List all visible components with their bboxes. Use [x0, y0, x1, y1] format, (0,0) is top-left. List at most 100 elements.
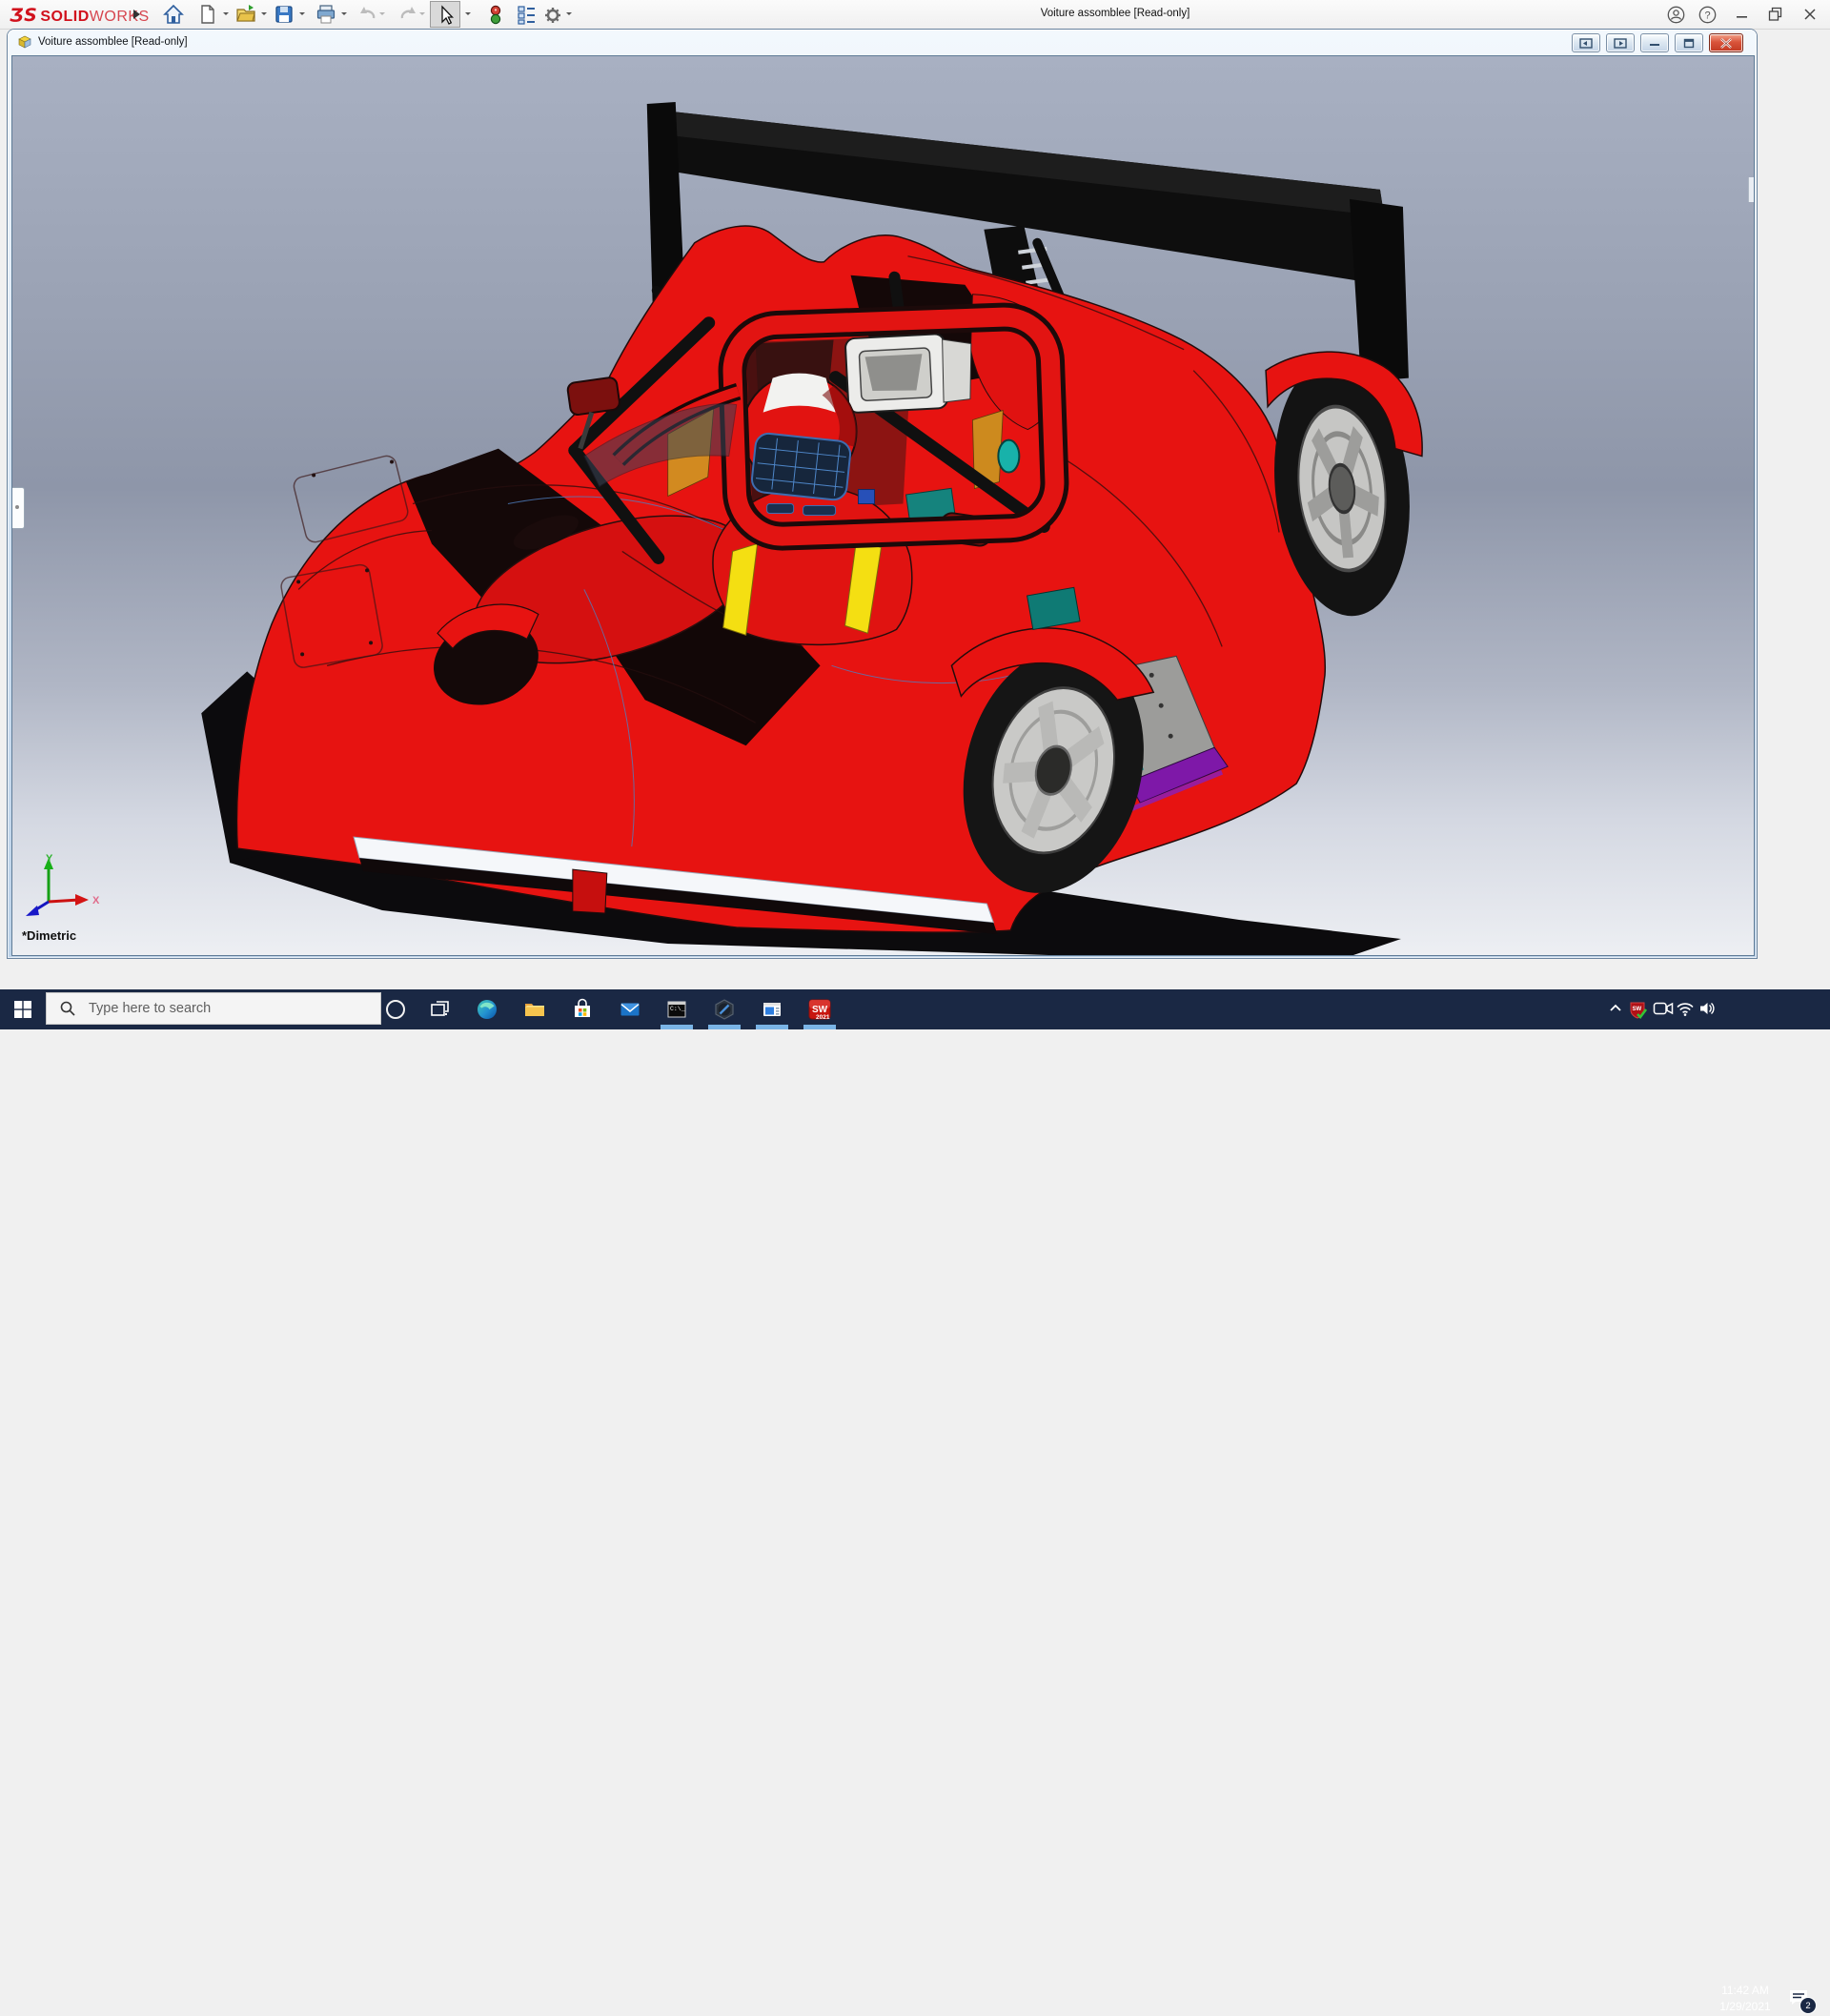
- settings-dropdown[interactable]: [566, 12, 572, 18]
- view-orientation-label: *Dimetric: [22, 928, 76, 943]
- restore-icon: [1768, 7, 1783, 22]
- assembly-icon: [17, 34, 32, 50]
- tray-solidworks-monitor[interactable]: SW: [1628, 1000, 1647, 1019]
- close-icon: [1803, 8, 1817, 21]
- tab-grip-dot: [15, 505, 19, 509]
- taskbar-cortana-button[interactable]: [384, 998, 407, 1021]
- redo-icon: [396, 3, 419, 26]
- triad-y-label: Y: [46, 853, 53, 865]
- svg-text:SW: SW: [1633, 1007, 1642, 1012]
- edge-icon: [476, 998, 498, 1021]
- settings-button[interactable]: [541, 3, 564, 26]
- car-3d-model[interactable]: [12, 56, 1754, 955]
- close-button[interactable]: [1800, 5, 1820, 24]
- rebuild-button[interactable]: [484, 3, 507, 26]
- doc-minimize-icon: [1649, 38, 1660, 48]
- help-button[interactable]: ?: [1698, 5, 1717, 24]
- pane-right-button[interactable]: [1606, 33, 1635, 52]
- taskbar-hexagon-app-button[interactable]: [713, 998, 736, 1021]
- tray-clock[interactable]: 11:42 AM 1/29/2021: [1716, 1983, 1775, 2016]
- select-dropdown[interactable]: [465, 12, 471, 18]
- save-dropdown[interactable]: [299, 12, 305, 18]
- sw-year-label: 2021: [816, 1014, 830, 1021]
- doc-minimize-button[interactable]: [1640, 33, 1669, 52]
- running-indicator-window-app: [756, 1025, 788, 1029]
- mail-icon: [619, 998, 641, 1021]
- task-view-icon: [429, 998, 452, 1021]
- taskbar-task-view-button[interactable]: [429, 998, 452, 1021]
- account-icon: [1667, 6, 1685, 24]
- search-input[interactable]: [87, 1000, 348, 1017]
- doc-restore-icon: [1683, 38, 1695, 49]
- helmet-vent: [767, 504, 794, 514]
- running-indicator-solidworks: [803, 1025, 836, 1029]
- new-document-dropdown[interactable]: [223, 12, 229, 18]
- notification-badge: 2: [1800, 1997, 1817, 2014]
- taskbar-store-button[interactable]: [571, 998, 594, 1021]
- gear-icon: [541, 3, 564, 26]
- taskbar-file-explorer-button[interactable]: [523, 998, 546, 1021]
- options-list-button[interactable]: [515, 3, 538, 26]
- restore-button[interactable]: [1766, 5, 1785, 24]
- store-icon: [571, 998, 594, 1021]
- taskbar-mail-button[interactable]: [619, 998, 641, 1021]
- viewport-scroll-hint: [1748, 177, 1754, 202]
- save-icon: [273, 3, 295, 26]
- account-button[interactable]: [1666, 5, 1685, 24]
- tray-chevron-button[interactable]: [1607, 1000, 1626, 1019]
- new-document-button[interactable]: [196, 3, 219, 26]
- feature-tree-collapsed-tab[interactable]: [11, 487, 25, 529]
- document-window-controls: [1572, 33, 1743, 52]
- intake-box: [845, 333, 975, 414]
- command-prompt-icon: C:\_: [665, 998, 688, 1021]
- taskbar-edge-button[interactable]: [476, 998, 498, 1021]
- doc-close-button[interactable]: [1709, 33, 1743, 52]
- save-button[interactable]: [273, 3, 295, 26]
- document-title: Voiture assomblee [Read-only]: [38, 36, 188, 48]
- select-tool-active-button[interactable]: [430, 1, 460, 28]
- select-cursor-icon: [434, 4, 457, 27]
- minimize-button[interactable]: [1733, 5, 1752, 24]
- wifi-icon: [1676, 1000, 1695, 1017]
- open-button[interactable]: [234, 3, 257, 26]
- traffic-light-icon: [484, 3, 507, 26]
- triad-x-label: X: [92, 895, 100, 906]
- redo-dropdown[interactable]: [419, 12, 425, 18]
- taskbar-solidworks-button[interactable]: SW2021: [808, 998, 831, 1021]
- tray-time: 11:42 AM: [1716, 1983, 1775, 1999]
- running-indicator-cmd: [661, 1025, 693, 1029]
- graphics-viewport[interactable]: Y X *Dimetric: [11, 55, 1755, 956]
- doc-restore-button[interactable]: [1675, 33, 1703, 52]
- start-button[interactable]: [10, 998, 36, 1021]
- doc-close-icon: [1719, 38, 1733, 49]
- cortana-icon: [384, 998, 407, 1021]
- undo-dropdown[interactable]: [379, 12, 385, 18]
- chevron-up-icon: [1607, 1000, 1624, 1017]
- home-button[interactable]: [162, 3, 185, 26]
- tray-volume-button[interactable]: [1698, 1000, 1718, 1019]
- visor: [751, 433, 852, 501]
- pane-left-icon: [1579, 38, 1593, 49]
- pane-left-button[interactable]: [1572, 33, 1600, 52]
- print-icon: [315, 3, 337, 26]
- toolbar-expand-arrow-icon[interactable]: [133, 10, 145, 19]
- sw-shield-icon: SW: [1628, 1000, 1649, 1021]
- print-button[interactable]: [315, 3, 337, 26]
- undo-icon: [356, 3, 379, 26]
- tray-date: 1/29/2021: [1716, 1999, 1775, 2015]
- solidworks-2021-icon: SW2021: [808, 998, 833, 1023]
- taskbar-search[interactable]: [46, 992, 381, 1025]
- tray-meet-now-button[interactable]: [1653, 1000, 1672, 1019]
- taskbar-window-app-button[interactable]: [761, 998, 783, 1021]
- search-icon: [60, 1001, 75, 1016]
- ds-logo-icon: ƷS: [10, 5, 37, 26]
- tray-action-center-button[interactable]: 2: [1788, 1987, 1813, 2010]
- new-document-icon: [196, 3, 219, 26]
- taskbar-command-prompt-button[interactable]: C:\_: [665, 998, 688, 1021]
- undo-button[interactable]: [356, 3, 379, 26]
- redo-button[interactable]: [396, 3, 419, 26]
- tray-network-button[interactable]: [1676, 1000, 1695, 1019]
- splitter-strut: [573, 869, 607, 913]
- print-dropdown[interactable]: [341, 12, 347, 18]
- open-dropdown[interactable]: [261, 12, 267, 18]
